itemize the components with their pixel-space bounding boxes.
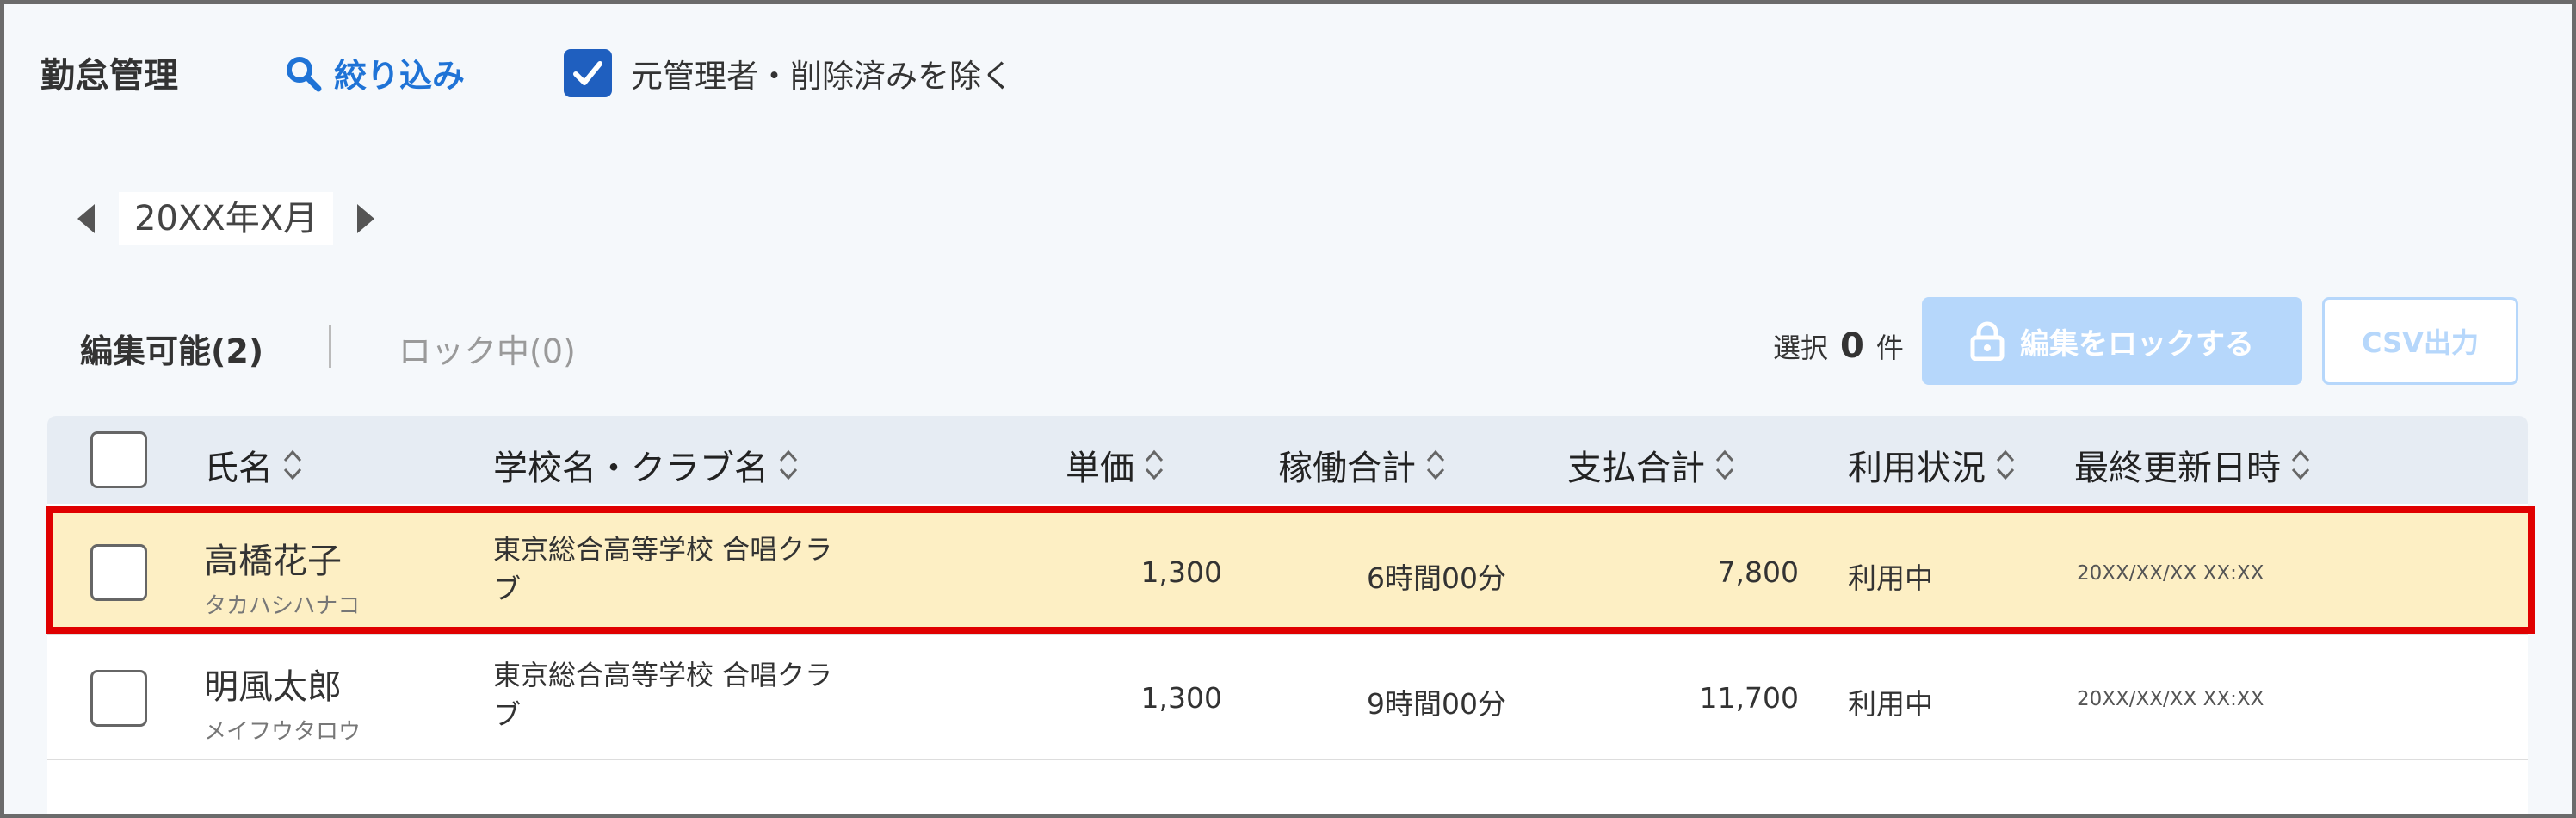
column-label: 学校名・クラブ名 [493,449,769,488]
school-line: 東京総合高等学校 合唱クラ [493,659,833,691]
app-window: 勤怠管理 絞り込み 元管理者・削除済みを除く 20XX年X月 編集可能(2) ロ… [0,0,2576,818]
column-label: 利用状況 [1848,449,1986,488]
lock-editing-label: 編集をロックする [2020,326,2254,362]
updated-cell: 20XX/XX/XX XX:XX [2077,562,2264,585]
page-title: 勤怠管理 [40,56,178,96]
search-icon [287,56,322,91]
name-cell: 高橋花子 タカハシハナコ [204,533,360,620]
school-cell: 東京総合高等学校 合唱クラ ブ [493,655,872,734]
school-line: ブ [493,698,522,731]
pay-total-cell: 11,700 [1699,681,1799,715]
tab-editable[interactable]: 編集可能(2) [80,325,263,372]
school-line: 東京総合高等学校 合唱クラ [493,533,833,566]
sort-icon[interactable] [1994,448,2017,482]
employee-kana: タカハシハナコ [204,593,361,619]
month-label: 20XX年X月 [119,192,334,245]
month-navigator: 20XX年X月 [77,192,375,245]
column-label: 稼働合計 [1278,449,1416,488]
unit-price-cell: 1,300 [1140,681,1222,715]
csv-export-button[interactable]: CSV出力 [2322,297,2518,385]
school-cell: 東京総合高等学校 合唱クラ ブ [493,530,872,609]
sort-icon[interactable] [2289,448,2312,482]
status-cell: 利用中 [1848,561,1933,595]
column-header-school[interactable]: 学校名・クラブ名 [493,440,800,490]
table-row[interactable]: 高橋花子 タカハシハナコ 東京総合高等学校 合唱クラ ブ 1,300 6時間00… [47,511,2528,635]
school-line: ブ [493,573,522,605]
selection-number: 0 [1840,326,1864,366]
work-total-cell: 6時間00分 [1367,561,1506,595]
tab-divider [329,325,331,368]
tab-locked[interactable]: ロック中(0) [398,325,576,372]
lock-icon [1970,321,2005,361]
next-month-icon[interactable] [357,204,375,233]
column-header-unit-price[interactable]: 単価 [1066,440,1165,490]
filter-button[interactable]: 絞り込み [284,49,465,96]
employee-name: 高橋花子 [204,542,342,581]
column-label: 最終更新日時 [2074,449,2281,488]
sort-icon[interactable] [281,448,304,482]
sort-icon[interactable] [1424,448,1447,482]
selection-prefix: 選択 [1773,332,1829,364]
name-cell: 明風太郎 メイフウタロウ [204,659,361,746]
filter-button-label: 絞り込み [334,57,466,95]
updated-cell: 20XX/XX/XX XX:XX [2077,688,2264,710]
column-header-updated[interactable]: 最終更新日時 [2074,440,2312,490]
row-checkbox[interactable] [90,544,147,601]
unit-price-cell: 1,300 [1140,555,1222,589]
status-cell: 利用中 [1848,687,1933,721]
lock-editing-button[interactable]: 編集をロックする [1922,297,2302,385]
employee-name: 明風太郎 [204,667,342,707]
check-icon [573,61,602,85]
row-checkbox[interactable] [90,670,147,727]
sort-icon[interactable] [777,448,800,482]
sort-icon[interactable] [1143,448,1165,482]
selection-suffix: 件 [1875,332,1904,364]
pay-total-cell: 7,800 [1717,555,1799,589]
table-header: 氏名 学校名・クラブ名 単価 稼働合計 支払合計 利用状況 最終更新日時 [47,416,2528,504]
exclude-checkbox[interactable] [564,49,612,97]
previous-month-icon[interactable] [77,204,95,233]
exclude-former-admin-toggle[interactable]: 元管理者・削除済みを除く [564,49,1013,97]
column-header-name[interactable]: 氏名 [204,440,304,490]
column-label: 支払合計 [1567,449,1705,488]
employee-kana: メイフウタロウ [204,719,361,745]
top-bar: 勤怠管理 絞り込み 元管理者・削除済みを除く [4,4,2572,142]
csv-export-label: CSV出力 [2362,326,2479,359]
exclude-checkbox-label: 元管理者・削除済みを除く [631,58,1013,95]
column-label: 氏名 [204,449,273,488]
sort-icon[interactable] [1714,448,1736,482]
selection-count: 選択 0 件 [1773,326,1904,366]
attendance-table: 氏名 学校名・クラブ名 単価 稼働合計 支払合計 利用状況 最終更新日時 高橋花… [47,416,2528,814]
select-all-checkbox[interactable] [90,431,147,488]
column-header-work-total[interactable]: 稼働合計 [1278,440,1447,490]
work-total-cell: 9時間00分 [1367,687,1506,721]
table-row[interactable]: 明風太郎 メイフウタロウ 東京総合高等学校 合唱クラ ブ 1,300 9時間00… [47,636,2528,760]
column-header-pay-total[interactable]: 支払合計 [1567,440,1736,490]
column-header-status[interactable]: 利用状況 [1848,440,2017,490]
column-label: 単価 [1066,449,1134,488]
